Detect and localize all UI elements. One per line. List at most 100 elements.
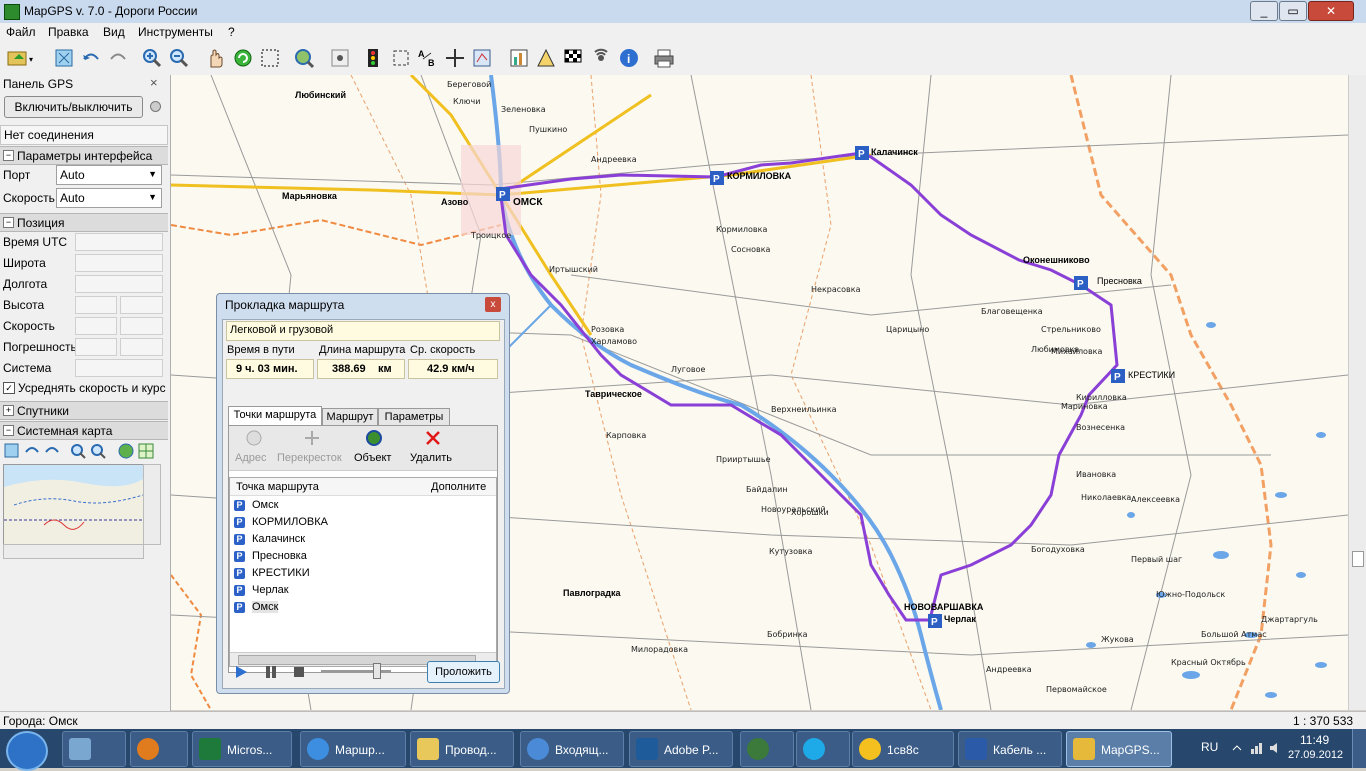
overview-hscrollbar[interactable]: [3, 544, 144, 559]
menu-tools[interactable]: Инструменты: [138, 25, 213, 39]
clock-date[interactable]: 27.09.2012: [1288, 749, 1343, 761]
menu-edit[interactable]: Правка: [48, 25, 89, 39]
list-item[interactable]: P Черлак: [234, 583, 434, 600]
finish-flag-icon[interactable]: [562, 47, 584, 69]
measure-icon[interactable]: [535, 47, 557, 69]
section-interface[interactable]: − Параметры интерфейса: [0, 146, 168, 165]
zoom-in-icon[interactable]: [141, 47, 163, 69]
taskbar-ie[interactable]: Маршр...: [300, 731, 406, 767]
dialog-close-button[interactable]: x: [485, 297, 501, 312]
signal-icon[interactable]: [590, 47, 612, 69]
list-item[interactable]: P КРЕСТИКИ: [234, 566, 434, 583]
fit-map-icon[interactable]: [4, 443, 20, 459]
back-icon[interactable]: [24, 443, 40, 459]
field-value-error: [75, 338, 117, 356]
average-checkbox[interactable]: ✓: [3, 382, 15, 394]
chart-icon[interactable]: [508, 47, 530, 69]
taskbar-excel[interactable]: Micros...: [192, 731, 292, 767]
speed-select[interactable]: Auto ▼: [56, 188, 162, 208]
globe-icon[interactable]: [118, 443, 134, 459]
play-icon[interactable]: [233, 664, 249, 680]
overview-map[interactable]: [3, 464, 144, 545]
gps-panel-close[interactable]: ×: [150, 75, 158, 90]
close-button[interactable]: ✕: [1308, 1, 1354, 21]
list-item[interactable]: P КОРМИЛОВКА: [234, 515, 434, 532]
tool-object[interactable]: Объект: [354, 452, 391, 464]
forward-icon[interactable]: [107, 47, 129, 69]
taskbar-mail[interactable]: Входящ...: [520, 731, 624, 767]
fit-map-icon[interactable]: [53, 47, 75, 69]
show-desktop-button[interactable]: [1352, 729, 1366, 768]
tool-address[interactable]: Адрес: [235, 452, 267, 464]
taskbar-word[interactable]: Кабель ...: [958, 731, 1062, 767]
volume-icon[interactable]: [1268, 741, 1282, 755]
gps-center-icon[interactable]: [329, 47, 351, 69]
gps-toggle-button[interactable]: Включить/выключить: [4, 96, 143, 118]
open-map-icon[interactable]: ▾: [6, 47, 40, 69]
minimize-button[interactable]: _: [1250, 1, 1278, 21]
network-icon[interactable]: [1250, 741, 1264, 755]
maximize-button[interactable]: ▭: [1279, 1, 1307, 21]
print-icon[interactable]: [653, 47, 675, 69]
port-select[interactable]: Auto ▼: [56, 165, 162, 185]
list-item[interactable]: P Пресновка: [234, 549, 434, 566]
menu-help[interactable]: ?: [228, 25, 235, 39]
place-label: Зеленовка: [501, 105, 546, 114]
vehicle-type: Легковой и грузовой: [230, 324, 334, 336]
taskbar-explorer[interactable]: Провод...: [410, 731, 514, 767]
cross-route-icon[interactable]: [444, 47, 466, 69]
menu-view[interactable]: Вид: [103, 25, 125, 39]
taskbar-earth[interactable]: [740, 731, 794, 767]
overview-scrollbar[interactable]: [143, 464, 161, 545]
forward-icon[interactable]: [44, 443, 60, 459]
taskbar-mapgps[interactable]: MapGPS...: [1066, 731, 1172, 767]
build-route-button[interactable]: Проложить: [427, 661, 500, 683]
list-item[interactable]: P Омск: [234, 498, 434, 515]
refresh-icon[interactable]: [232, 47, 254, 69]
language-indicator[interactable]: RU: [1201, 740, 1218, 754]
tray-up-icon[interactable]: [1230, 741, 1244, 755]
taskbar-adobe[interactable]: Adobe P...: [629, 731, 733, 767]
tool-delete[interactable]: Удалить: [410, 452, 452, 464]
section-sysmap[interactable]: − Системная карта: [0, 421, 168, 440]
slider-thumb[interactable]: [373, 663, 381, 679]
traffic-light-icon[interactable]: [362, 47, 384, 69]
taskbar-skype[interactable]: [796, 731, 850, 767]
pan-hand-icon[interactable]: [205, 47, 227, 69]
menu-file[interactable]: Файл: [6, 25, 36, 39]
stop-icon[interactable]: [291, 664, 307, 680]
tab-route[interactable]: Маршрут: [322, 408, 378, 426]
back-icon[interactable]: [80, 47, 102, 69]
pause-icon[interactable]: [263, 664, 279, 680]
start-button[interactable]: [6, 731, 48, 771]
tab-parameters[interactable]: Параметры: [378, 408, 450, 426]
dialog-title: Прокладка маршрута: [225, 298, 345, 312]
map-vscrollbar[interactable]: [1348, 75, 1366, 710]
zoom-out-icon[interactable]: [168, 47, 190, 69]
scroll-thumb[interactable]: [1352, 551, 1364, 567]
section-satellites[interactable]: + Спутники: [0, 401, 168, 420]
list-item[interactable]: P Калачинск: [234, 532, 434, 549]
list-item[interactable]: P Омск: [234, 600, 434, 617]
search-map-icon[interactable]: [293, 47, 315, 69]
route-ab-icon[interactable]: AB: [417, 47, 439, 69]
speed-label: Скорость: [3, 191, 55, 205]
tab-route-points[interactable]: Точки маршрута: [228, 406, 322, 426]
zoom-in-icon[interactable]: [70, 443, 86, 459]
info-icon[interactable]: i: [618, 47, 640, 69]
tool-crossroad[interactable]: Перекресток: [277, 452, 342, 464]
zoom-out-icon[interactable]: [90, 443, 106, 459]
clock-time[interactable]: 11:49: [1300, 733, 1329, 747]
time-value-field: 9 ч. 03 мин.: [226, 359, 314, 379]
field-label-error: Погрешность: [3, 340, 77, 354]
taskbar-pinned-app[interactable]: [62, 731, 126, 767]
frame-icon[interactable]: [390, 47, 412, 69]
route-points-icon[interactable]: [471, 47, 493, 69]
select-area-icon[interactable]: [259, 47, 281, 69]
section-position[interactable]: − Позиция: [0, 213, 168, 232]
taskbar-firefox[interactable]: [130, 731, 188, 767]
grid-icon[interactable]: [138, 443, 154, 459]
place-label: Николаевка: [1081, 493, 1132, 502]
taskbar-1c[interactable]: 1св8с: [852, 731, 954, 767]
section-sysmap-title: Системная карта: [17, 424, 113, 438]
